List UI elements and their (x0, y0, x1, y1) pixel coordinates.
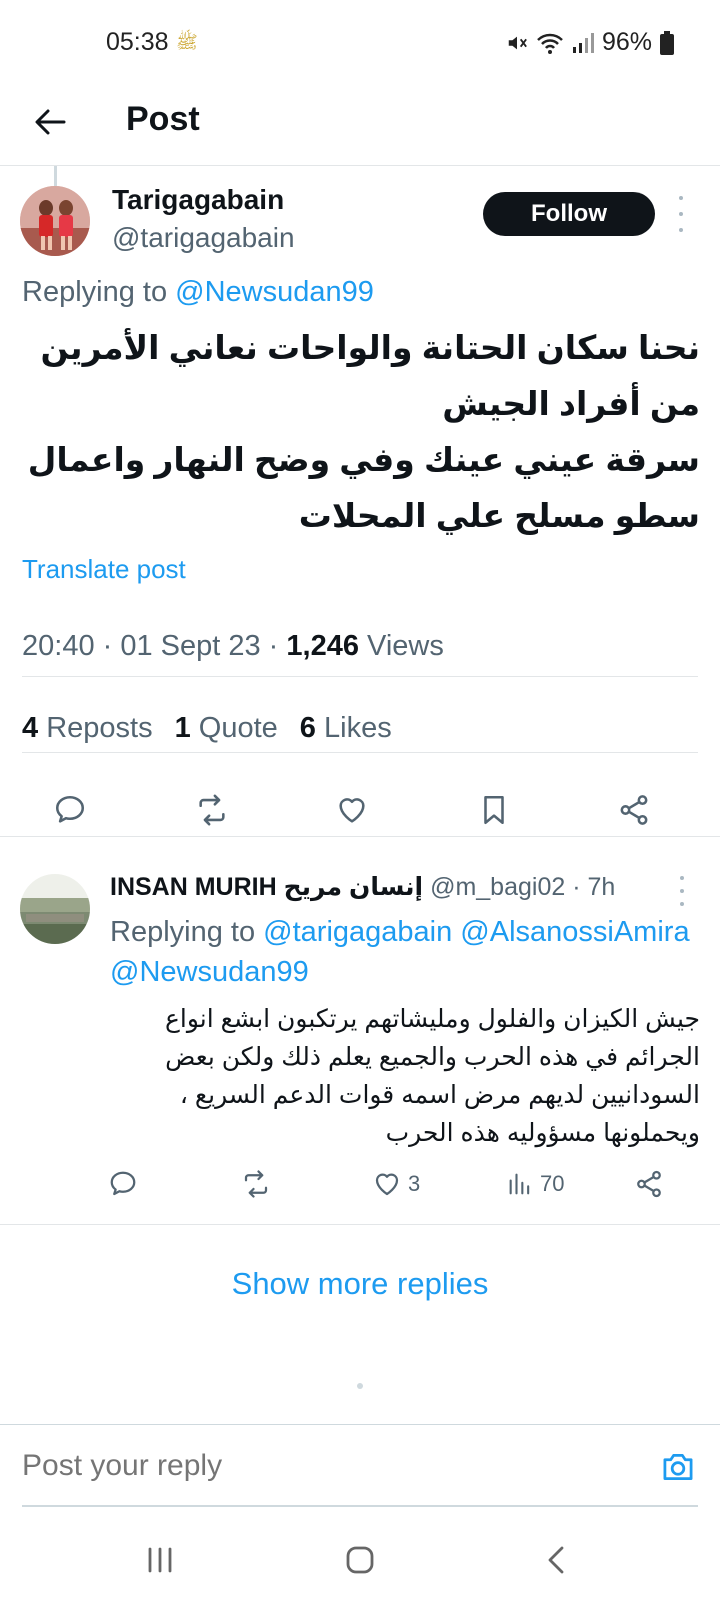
reply-input-underline (22, 1505, 698, 1507)
replying-prefix: Replying to (110, 916, 264, 948)
comment-icon (55, 795, 85, 823)
author-name[interactable]: Tarigagabain (112, 184, 284, 216)
reply-author-handle[interactable]: @m_bagi02 · 7h (423, 873, 615, 901)
mention-link[interactable]: @Newsudan99 (110, 956, 309, 988)
replying-prefix: Replying to (22, 276, 176, 308)
calligraphy-icon: ﷺ (176, 32, 198, 52)
translate-post-link[interactable]: Translate post (22, 554, 186, 585)
reply-share-button[interactable] (634, 1166, 664, 1202)
reply-header: INSAN MURIH إنسان مريح @m_bagi02 · 7h (110, 872, 615, 902)
share-button[interactable] (610, 786, 658, 834)
views-count: 1,246 (286, 630, 359, 662)
reply-reply-button[interactable] (108, 1166, 138, 1202)
author-avatar[interactable] (20, 186, 90, 256)
reply-like-count: 3 (408, 1171, 421, 1196)
post-text: نحنا سكان الحتانة والواحات نعاني الأمرين… (22, 320, 700, 544)
author-handle[interactable]: @tarigagabain (112, 222, 295, 254)
recent-apps-icon (148, 1547, 172, 1573)
status-bar: 05:38 ﷺ 96% (0, 0, 720, 86)
divider (0, 836, 720, 837)
wifi-icon (537, 33, 563, 54)
reply-text-line: السودانيين لديهم مرض اسمه قوات الدعم الس… (179, 1081, 700, 1109)
post-text-line: سرقة عيني عينك وفي وضح النهار واعمال سطو… (27, 441, 700, 534)
likes-stat[interactable]: 6 Likes (300, 712, 392, 745)
share-icon (620, 795, 648, 825)
bookmark-button[interactable] (470, 786, 518, 834)
divider (22, 752, 698, 753)
page-title: Post (126, 100, 200, 138)
more-options-icon[interactable] (672, 196, 690, 232)
heart-icon (339, 798, 365, 823)
home-icon (346, 1546, 374, 1574)
mention-link[interactable]: @tarigagabain (263, 916, 452, 948)
post-text-line: نحنا سكان الحتانة والواحات نعاني الأمرين… (40, 329, 700, 422)
replying-to: Replying to @Newsudan99 (22, 276, 374, 309)
divider (22, 676, 698, 677)
heart-icon (375, 1173, 399, 1196)
reply-more-options-icon[interactable] (676, 876, 688, 906)
reply-views-button[interactable]: 70 (506, 1166, 564, 1202)
recent-apps-button[interactable] (130, 1536, 190, 1584)
share-icon (637, 1170, 661, 1198)
reply-text-line: ويحملونها مسؤوليه هذه الحرب (385, 1119, 700, 1147)
system-nav-bar (0, 1524, 720, 1600)
thread-connector-line (54, 166, 57, 186)
reply-action-bar: 3 70 (0, 1166, 720, 1202)
post-action-bar (0, 786, 720, 838)
repost-button[interactable] (188, 786, 236, 834)
post-timestamp: 20:40 · 01 Sept 23 · (22, 630, 287, 662)
views-chart-icon (509, 1173, 530, 1195)
show-more-replies-link[interactable]: Show more replies (0, 1266, 720, 1302)
battery-percent: 96% (601, 28, 652, 56)
quotes-stat[interactable]: 1 Quote (175, 712, 278, 745)
back-button[interactable] (28, 100, 72, 144)
avatar-image (20, 874, 90, 944)
follow-button[interactable]: Follow (483, 192, 655, 236)
mute-icon (508, 36, 527, 49)
signal-icon (572, 32, 594, 53)
comment-icon (110, 1171, 136, 1196)
chevron-left-icon (548, 1546, 564, 1574)
avatar-image (20, 186, 90, 256)
compose-reply-bar (0, 1424, 720, 1507)
reply-replying-to: Replying to @tarigagabain @AlsanossiAmir… (110, 912, 720, 992)
reply-author-name[interactable]: INSAN MURIH إنسان مريح (110, 873, 423, 901)
reply-text: جيش الكيزان والفلول ومليشاتهم يرتكبون اب… (110, 1000, 700, 1152)
camera-icon (663, 1453, 693, 1481)
reply-view-count: 70 (540, 1171, 565, 1196)
post-meta: 20:40 · 01 Sept 23 · 1,246 Views (22, 630, 444, 663)
repost-icon (199, 794, 225, 826)
status-time: 05:38 (106, 28, 169, 56)
like-button[interactable] (328, 786, 376, 834)
bookmark-icon (484, 795, 504, 825)
reply-text-line: الجرائم في هذه الحرب والجميع يعلم ذلك ول… (165, 1043, 700, 1071)
reply-repost-button[interactable] (240, 1166, 272, 1202)
system-back-button[interactable] (526, 1536, 586, 1584)
battery-icon (660, 30, 674, 55)
repost-icon (244, 1170, 268, 1198)
engagement-stats: 4 Reposts 1 Quote 6 Likes (22, 712, 392, 745)
reply-author-avatar[interactable] (20, 874, 90, 944)
reply-text-line: جيش الكيزان والفلول ومليشاتهم يرتكبون اب… (164, 1005, 700, 1033)
reply-like-button[interactable]: 3 (372, 1166, 420, 1202)
mention-link[interactable]: @AlsanossiAmira (452, 916, 689, 948)
divider (0, 1224, 720, 1225)
camera-button[interactable] (658, 1447, 698, 1487)
scroll-indicator-dot (357, 1383, 363, 1389)
status-indicators: 96% (506, 28, 674, 57)
reply-input[interactable] (22, 1449, 622, 1483)
reply-button[interactable] (46, 786, 94, 834)
arrow-left-icon (35, 109, 66, 135)
app-header: Post (0, 86, 720, 166)
reposts-stat[interactable]: 4 Reposts (22, 712, 153, 745)
mention-link[interactable]: @Newsudan99 (175, 276, 374, 308)
views-label: Views (358, 630, 444, 662)
home-button[interactable] (330, 1536, 390, 1584)
